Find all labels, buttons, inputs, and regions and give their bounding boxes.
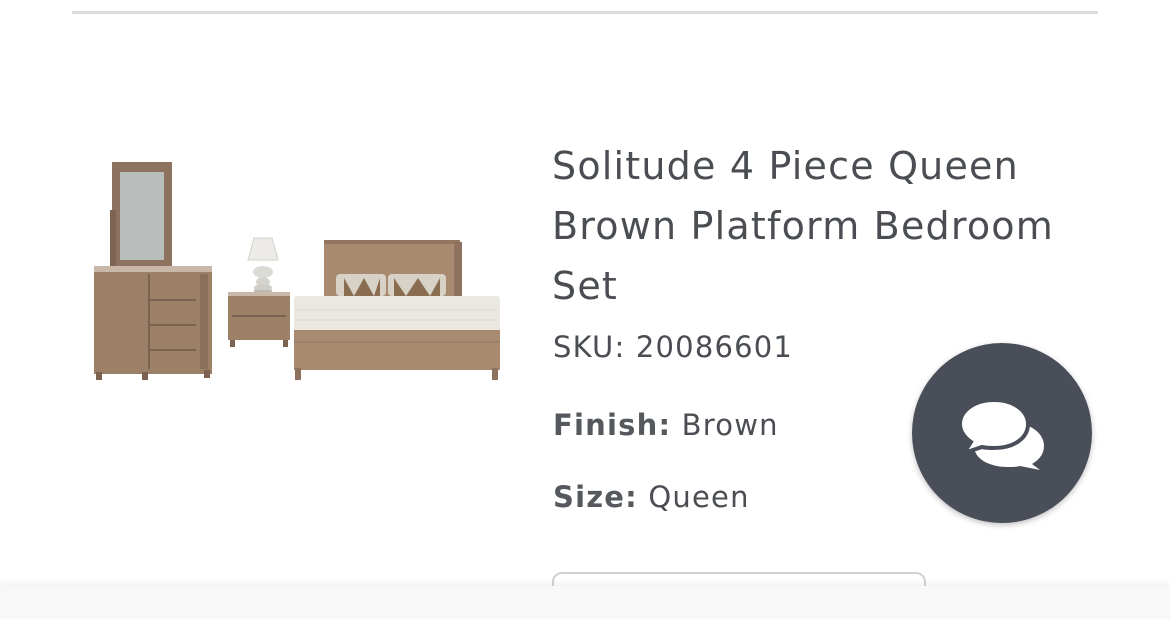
bed <box>294 240 500 380</box>
product-sku: SKU: 20086601 <box>553 330 793 364</box>
finish-label: Finish: <box>553 408 672 442</box>
mirror <box>110 162 172 266</box>
size-label: Size: <box>553 480 638 514</box>
finish-value: Brown <box>681 408 779 442</box>
nightstand <box>228 292 290 347</box>
size-attribute: Size: Queen <box>553 480 750 514</box>
product-image[interactable] <box>88 150 508 390</box>
product-title: Solitude 4 Piece Queen Brown Platform Be… <box>552 144 1054 308</box>
top-divider <box>72 11 1098 14</box>
size-value: Queen <box>648 480 750 514</box>
lamp <box>247 237 279 293</box>
bedroom-set-image <box>94 162 500 380</box>
chat-button[interactable] <box>912 343 1092 523</box>
sku-value: 20086601 <box>635 330 794 364</box>
chat-bubbles-icon <box>957 397 1044 470</box>
sku-label: SKU: <box>553 330 626 364</box>
finish-attribute: Finish: Brown <box>553 408 779 442</box>
bottom-bar <box>0 586 1170 619</box>
dresser <box>94 266 212 380</box>
